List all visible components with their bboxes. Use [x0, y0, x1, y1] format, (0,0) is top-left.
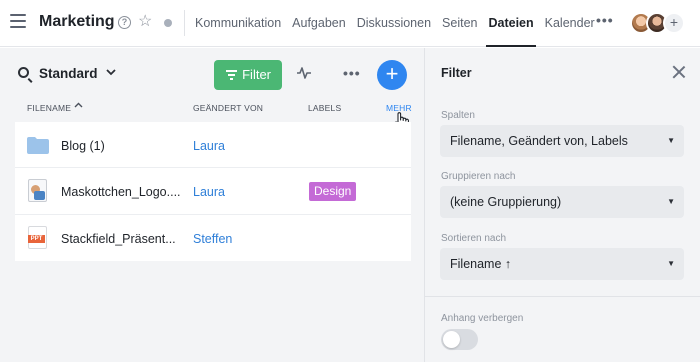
- changed-by-user[interactable]: Laura: [193, 139, 225, 153]
- file-list-pane: Standard Filter ••• + FILENAME GEÄNDERT …: [0, 48, 424, 362]
- tab-diskussionen[interactable]: Diskussionen: [357, 0, 431, 47]
- filter-button-label: Filter: [242, 67, 271, 82]
- add-file-button[interactable]: +: [377, 60, 407, 90]
- sort-label: Sortieren nach: [441, 233, 507, 244]
- group-label: Gruppieren nach: [441, 171, 516, 182]
- tab-seiten[interactable]: Seiten: [442, 0, 477, 47]
- filter-icon: [226, 70, 237, 82]
- chevron-down-icon: ▼: [667, 197, 675, 206]
- ppt-file-icon: PPT: [28, 226, 47, 249]
- chevron-down-icon: ▼: [667, 259, 675, 268]
- more-tabs-icon[interactable]: •••: [596, 12, 614, 28]
- divider: [184, 10, 185, 36]
- file-name[interactable]: Blog (1): [61, 139, 181, 153]
- page-title: Marketing: [39, 13, 115, 30]
- image-file-icon: [28, 179, 47, 202]
- tab-kalender[interactable]: Kalender: [545, 0, 595, 47]
- close-icon[interactable]: [672, 65, 686, 79]
- group-select-value: (keine Gruppierung): [450, 195, 562, 209]
- label-badge[interactable]: Design: [309, 182, 357, 201]
- menu-icon[interactable]: [10, 14, 26, 28]
- hide-attachment-label: Anhang verbergen: [441, 313, 524, 324]
- filter-button[interactable]: Filter: [214, 60, 282, 90]
- status-dot-icon: [164, 19, 172, 27]
- column-header-changed-by[interactable]: GEÄNDERT VON: [193, 103, 263, 113]
- folder-icon: [27, 137, 49, 154]
- sort-select-value: Filename ↑: [450, 257, 512, 271]
- column-header-filename[interactable]: FILENAME: [27, 103, 71, 113]
- filter-panel: Filter Spalten Filename, Geändert von, L…: [424, 48, 700, 362]
- tab-aufgaben[interactable]: Aufgaben: [292, 0, 346, 47]
- table-row[interactable]: Blog (1) Laura: [15, 122, 411, 168]
- sort-asc-icon[interactable]: [74, 101, 83, 112]
- table-row[interactable]: PPT Stackfield_Präsent... Steffen: [15, 215, 411, 261]
- sort-select[interactable]: Filename ↑ ▼: [440, 248, 684, 280]
- star-icon[interactable]: ☆: [138, 11, 152, 31]
- chevron-down-icon[interactable]: [106, 67, 116, 80]
- group-select[interactable]: (keine Gruppierung) ▼: [440, 186, 684, 218]
- changed-by-user[interactable]: Steffen: [193, 232, 232, 246]
- columns-label: Spalten: [441, 110, 475, 121]
- file-name[interactable]: Maskottchen_Logo....: [61, 185, 181, 199]
- tab-bar: Kommunikation Aufgaben Diskussionen Seit…: [195, 0, 606, 47]
- search-icon[interactable]: [18, 67, 29, 78]
- tab-dateien[interactable]: Dateien: [486, 0, 536, 47]
- columns-select-value: Filename, Geändert von, Labels: [450, 134, 628, 148]
- file-table: Blog (1) Laura Maskottchen_Logo.... Laur…: [15, 122, 411, 261]
- table-row[interactable]: Maskottchen_Logo.... Laura Design: [15, 168, 411, 215]
- columns-select[interactable]: Filename, Geändert von, Labels ▼: [440, 125, 684, 157]
- chevron-down-icon: ▼: [667, 136, 675, 145]
- tab-kommunikation[interactable]: Kommunikation: [195, 0, 281, 47]
- more-options-icon[interactable]: •••: [343, 65, 361, 81]
- column-header-labels[interactable]: LABELS: [308, 103, 341, 113]
- view-select[interactable]: Standard: [39, 66, 98, 81]
- help-icon[interactable]: ?: [118, 16, 131, 29]
- panel-title: Filter: [441, 66, 472, 80]
- changed-by-user[interactable]: Laura: [193, 185, 225, 199]
- activity-icon[interactable]: [296, 66, 312, 85]
- hide-attachment-toggle[interactable]: [441, 329, 478, 350]
- divider: [425, 296, 700, 297]
- top-header: Marketing ? ☆ Kommunikation Aufgaben Dis…: [0, 0, 700, 47]
- file-name[interactable]: Stackfield_Präsent...: [61, 232, 181, 246]
- add-member-button[interactable]: +: [663, 12, 685, 34]
